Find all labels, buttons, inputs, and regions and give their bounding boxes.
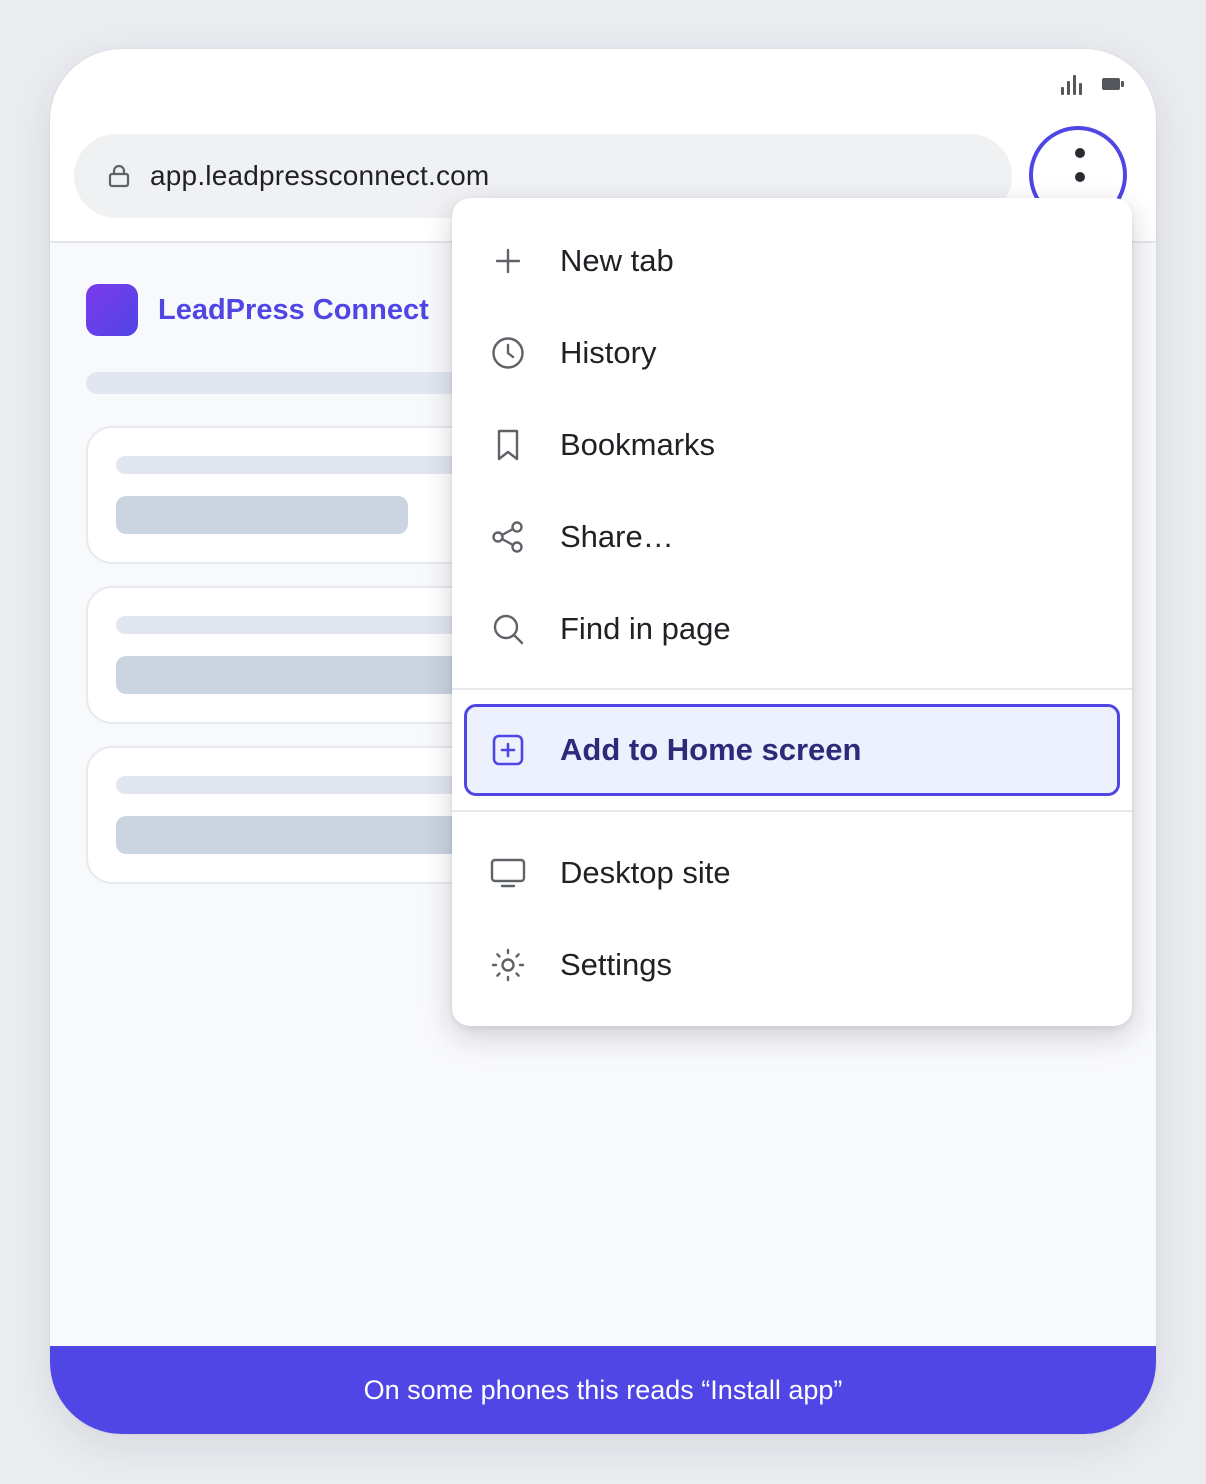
menu-item-find-in-page[interactable]: Find in page bbox=[452, 583, 1132, 675]
signal-icon bbox=[1061, 73, 1082, 95]
menu-item-label: History bbox=[560, 335, 657, 370]
url-text: app.leadpressconnect.com bbox=[150, 160, 490, 191]
menu-divider bbox=[452, 810, 1132, 812]
brand-name: LeadPress Connect bbox=[158, 293, 429, 326]
overflow-menu: New tab History Bookmarks Share… Find in… bbox=[452, 198, 1132, 1026]
plus-icon bbox=[488, 241, 528, 281]
lock-icon bbox=[108, 164, 130, 188]
menu-item-desktop-site[interactable]: Desktop site bbox=[452, 827, 1132, 919]
brand-logo bbox=[86, 284, 138, 336]
add-square-icon bbox=[488, 730, 528, 770]
banner-text: On some phones this reads “Install app” bbox=[363, 1374, 843, 1405]
bookmark-icon bbox=[488, 425, 528, 465]
install-hint-banner: On some phones this reads “Install app” bbox=[50, 1346, 1156, 1434]
search-icon bbox=[488, 609, 528, 649]
battery-icon bbox=[1102, 78, 1124, 90]
menu-item-label: Share… bbox=[560, 519, 674, 554]
status-bar bbox=[1061, 73, 1124, 95]
menu-item-label: Find in page bbox=[560, 611, 731, 646]
share-icon bbox=[488, 517, 528, 557]
menu-item-label: Desktop site bbox=[560, 855, 731, 890]
gear-icon bbox=[488, 945, 528, 985]
menu-item-settings[interactable]: Settings bbox=[452, 919, 1132, 1011]
monitor-icon bbox=[488, 853, 528, 893]
clock-icon bbox=[488, 333, 528, 373]
menu-item-new-tab[interactable]: New tab bbox=[452, 215, 1132, 307]
menu-item-label: Add to Home screen bbox=[560, 732, 862, 767]
skeleton-block bbox=[116, 496, 408, 534]
kebab-dot-icon bbox=[1075, 172, 1085, 182]
menu-item-history[interactable]: History bbox=[452, 307, 1132, 399]
menu-item-label: Settings bbox=[560, 947, 673, 982]
menu-item-add-to-home-screen[interactable]: Add to Home screen bbox=[464, 704, 1120, 796]
site-brand[interactable]: LeadPress Connect bbox=[86, 284, 429, 336]
menu-item-label: Bookmarks bbox=[560, 427, 716, 462]
menu-item-label: New tab bbox=[560, 243, 674, 278]
menu-item-share[interactable]: Share… bbox=[452, 491, 1132, 583]
kebab-dot-icon bbox=[1075, 148, 1085, 158]
menu-item-bookmarks[interactable]: Bookmarks bbox=[452, 399, 1132, 491]
menu-divider bbox=[452, 688, 1132, 690]
